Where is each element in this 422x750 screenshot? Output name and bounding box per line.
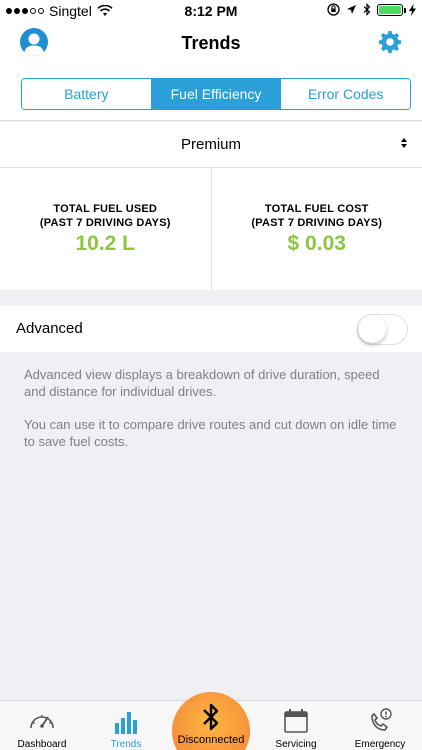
bluetooth-icon <box>203 703 219 731</box>
bluetooth-status-icon <box>363 3 371 16</box>
fuel-type-select[interactable]: Premium <box>0 122 422 168</box>
fuel-used-label-line2: (PAST 7 DRIVING DAYS) <box>39 217 171 229</box>
fuel-used-label: TOTAL FUEL USED (PAST 7 DRIVING DAYS) <box>40 202 171 230</box>
advanced-row: Advanced <box>0 306 422 352</box>
segment-error-codes[interactable]: Error Codes <box>281 79 410 109</box>
fuel-cost-label-line2: (PAST 7 DRIVING DAYS) <box>251 217 383 229</box>
connection-status-label: Disconnected <box>177 734 245 746</box>
speedometer-icon <box>30 715 54 729</box>
select-arrows-icon <box>400 138 408 152</box>
fuel-stats-panel: TOTAL FUEL USED (PAST 7 DRIVING DAYS) 10… <box>0 168 422 290</box>
tab-servicing[interactable]: Servicing <box>254 701 338 750</box>
fuel-cost-label: TOTAL FUEL COST (PAST 7 DRIVING DAYS) <box>251 202 382 230</box>
nav-bar: Trends <box>0 22 422 66</box>
settings-gear-icon[interactable] <box>378 30 402 54</box>
fuel-cost-label-line1: TOTAL FUEL COST <box>264 203 369 215</box>
segment-fuel-efficiency[interactable]: Fuel Efficiency <box>151 79 282 109</box>
advanced-description: Advanced view displays a breakdown of dr… <box>24 366 404 450</box>
total-fuel-used: TOTAL FUEL USED (PAST 7 DRIVING DAYS) 10… <box>0 168 211 290</box>
fuel-cost-value: $ 0.03 <box>287 232 346 255</box>
tab-dashboard[interactable]: Dashboard <box>0 701 84 750</box>
advanced-label: Advanced <box>16 320 83 337</box>
fuel-used-value: 10.2 L <box>75 232 136 255</box>
status-bar: Singtel 8:12 PM <box>0 0 422 22</box>
calendar-icon <box>284 709 308 733</box>
total-fuel-cost: TOTAL FUEL COST (PAST 7 DRIVING DAYS) $ … <box>210 168 422 290</box>
orientation-lock-icon <box>327 3 340 16</box>
segment-container: Battery Fuel Efficiency Error Codes <box>0 66 422 121</box>
description-paragraph-1: Advanced view displays a breakdown of dr… <box>24 367 380 399</box>
fuel-type-value: Premium <box>180 136 241 153</box>
charging-icon <box>409 3 416 16</box>
tab-emergency[interactable]: Emergency <box>338 701 422 750</box>
bar-chart-icon <box>115 712 137 734</box>
fuel-used-label-line1: TOTAL FUEL USED <box>53 203 158 215</box>
tab-trends-label: Trends <box>110 739 142 750</box>
tab-servicing-label: Servicing <box>275 739 317 750</box>
advanced-toggle[interactable] <box>357 314 408 345</box>
tab-dashboard-label: Dashboard <box>17 739 67 750</box>
battery-icon <box>377 3 406 16</box>
location-icon <box>347 5 356 14</box>
emergency-phone-icon <box>371 708 392 731</box>
segment-battery[interactable]: Battery <box>22 79 152 109</box>
description-paragraph-2: You can use it to compare drive routes a… <box>24 417 397 449</box>
trends-segmented-control: Battery Fuel Efficiency Error Codes <box>21 78 411 110</box>
page-title: Trends <box>181 33 241 53</box>
tab-trends[interactable]: Trends <box>84 701 168 750</box>
toggle-knob <box>358 315 386 343</box>
tab-emergency-label: Emergency <box>354 739 406 750</box>
status-right <box>327 3 416 16</box>
